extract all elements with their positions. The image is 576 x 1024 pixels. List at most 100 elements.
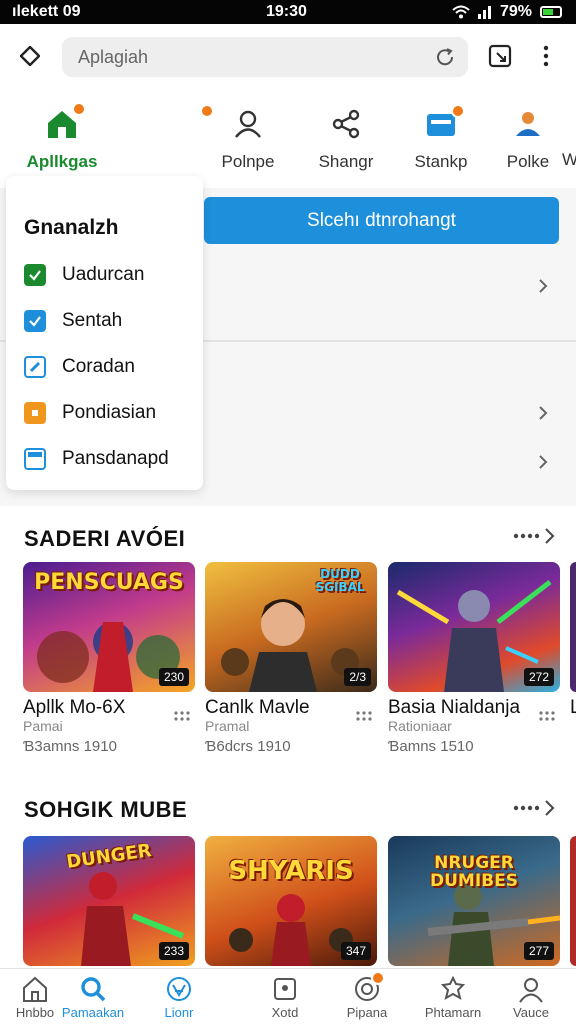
dropdown-item[interactable]: Uadurcan [24, 260, 199, 290]
category-row: Apllkgas Polnpe Shangr Stankp Polke W [0, 96, 576, 188]
game-card-partial[interactable] [570, 836, 576, 966]
dropdown-item[interactable]: Pondiasian [24, 398, 199, 428]
lion-icon [165, 975, 193, 1003]
screen-icon [423, 104, 465, 142]
game-card[interactable]: PENSCUAGS 230 Apllk Mo-6X Pamai Ɓ3amns 1… [23, 562, 195, 762]
status-bar: ılekett 09 19:30 79% [0, 0, 576, 24]
checkbox-green-icon [24, 264, 46, 286]
game-subtitle: Rationiaar [388, 718, 452, 734]
search-placeholder: Aplagiah [78, 47, 149, 67]
search-input[interactable]: Aplagiah [62, 37, 468, 77]
puzzle-icon [439, 975, 467, 1003]
card-menu-icon[interactable] [355, 710, 373, 722]
clock: 19:30 [266, 3, 307, 20]
thumbnail-title: DUDD SGIBAL [315, 567, 365, 594]
category-share[interactable]: Shangr [296, 96, 396, 186]
game-card[interactable]: DUNGER 233 [23, 836, 195, 968]
count-badge: 272 [523, 668, 554, 686]
home-icon [21, 975, 49, 1003]
top-bar: Aplagiah [0, 24, 576, 90]
nav-search[interactable]: Pamaakan [52, 969, 134, 1024]
category-profile[interactable]: Polnpe [198, 96, 298, 186]
status-icons: 79% [452, 3, 562, 21]
more-vert-icon[interactable] [538, 44, 554, 68]
user-icon [517, 975, 545, 1003]
nav-label: Pipana [346, 1005, 388, 1020]
game-card[interactable]: DUDD SGIBAL 2/3 Canlk Mavle Pramal Ɓ6dcr… [205, 562, 377, 762]
dropdown-item[interactable]: Coradan [24, 352, 199, 382]
game-card[interactable]: 272 Basia Nialdanja Rationiaar Ɓamns 151… [388, 562, 560, 762]
share-icon [328, 106, 364, 142]
primary-action-button[interactable]: Slcehı dtnrohangt [204, 197, 559, 244]
nav-puzzle[interactable]: Phtamarn [412, 969, 494, 1024]
game-thumbnail: 272 [388, 562, 560, 692]
search-icon [79, 975, 107, 1003]
battery-icon [540, 6, 562, 18]
dropdown-item-label: Uadurcan [62, 264, 145, 285]
count-badge: 2/3 [344, 668, 371, 686]
category-label: Shangr [318, 152, 374, 171]
game-name: Basia Nialdanja [388, 697, 521, 718]
store-icon [24, 448, 46, 470]
game-subtitle: Pamai [23, 718, 63, 734]
nav-picture[interactable]: Xotd [244, 969, 326, 1024]
category-screen[interactable]: Stankp [391, 96, 491, 186]
nav-label: Xotd [271, 1005, 299, 1020]
game-thumbnail: DUDD SGIBAL 2/3 [205, 562, 377, 692]
category-apps[interactable]: Apllkgas [12, 96, 112, 186]
card-menu-icon[interactable] [538, 710, 556, 722]
category-label: Apllkgas [26, 152, 98, 171]
nav-label: Pamaakan [61, 1005, 125, 1020]
nav-label: Lionr [164, 1005, 194, 1020]
dropdown-item-label: Pansdanapd [62, 448, 169, 469]
target-icon [353, 971, 385, 1003]
refresh-icon[interactable] [434, 46, 456, 68]
game-name: Canlk Mavle [205, 697, 310, 718]
game-card-partial[interactable]: L [570, 562, 576, 762]
game-meta: Ɓamns 1510 [388, 738, 474, 755]
notification-badge [371, 971, 385, 985]
bottom-nav: Hnbbo Pamaakan Lionr Xotd Pipana Phtamar… [0, 968, 576, 1024]
count-badge: 230 [158, 668, 189, 686]
dropdown-item[interactable]: Pansdanapd [24, 444, 199, 474]
dropdown-item[interactable]: Sentah [24, 306, 199, 336]
category-label: Stankp [414, 152, 468, 171]
game-meta: Ɓ3amns 1910 [23, 738, 117, 755]
filter-dropdown: Gnanalzh Uadurcan Sentah Coradan Pondias… [6, 176, 203, 490]
chevron-right-icon[interactable] [536, 279, 550, 293]
category-user[interactable]: Polke [478, 96, 576, 186]
thumbnail-title: PENSCUAGS [34, 570, 184, 595]
chevron-right-icon[interactable] [536, 406, 550, 420]
game-thumbnail: SHYARIS 347 [205, 836, 377, 966]
nav-label: Phtamarn [424, 1005, 482, 1020]
carrier-label: ılekett 09 [12, 3, 81, 20]
notification-badge [451, 104, 465, 118]
game-meta: Ɓ6dcrs 1910 [205, 738, 291, 755]
section-more-icon[interactable] [510, 524, 560, 548]
game-card[interactable]: SHYARIS 347 [205, 836, 377, 968]
nav-label: Vauce [513, 1005, 549, 1020]
card-menu-icon[interactable] [173, 710, 191, 722]
section-more-icon[interactable] [510, 796, 560, 820]
dropdown-title: Gnanalzh [24, 216, 119, 239]
game-subtitle: Pramal [205, 718, 250, 734]
nav-target[interactable]: Pipana [326, 969, 408, 1024]
thumbnail-title: NRUGER DUMIBES [430, 853, 518, 891]
user-icon [510, 106, 546, 142]
signal-icon [477, 6, 491, 19]
category-label-cut: W [562, 150, 576, 169]
game-card[interactable]: NRUGER DUMIBES 277 [388, 836, 560, 968]
chevron-right-icon[interactable] [536, 455, 550, 469]
checkbox-blue-icon [24, 310, 46, 332]
dropdown-item-label: Coradan [62, 356, 135, 377]
game-name: L [570, 697, 576, 718]
count-badge: 233 [158, 942, 189, 960]
diamond-back-icon[interactable] [20, 46, 40, 66]
screenshot-icon[interactable] [488, 44, 512, 68]
nav-user[interactable]: Vauce [490, 969, 572, 1024]
game-thumbnail: NRUGER DUMIBES 277 [388, 836, 560, 966]
tag-icon [24, 356, 46, 378]
dropdown-item-label: Pondiasian [62, 402, 157, 423]
nav-lion[interactable]: Lionr [138, 969, 220, 1024]
home-icon [44, 102, 86, 142]
